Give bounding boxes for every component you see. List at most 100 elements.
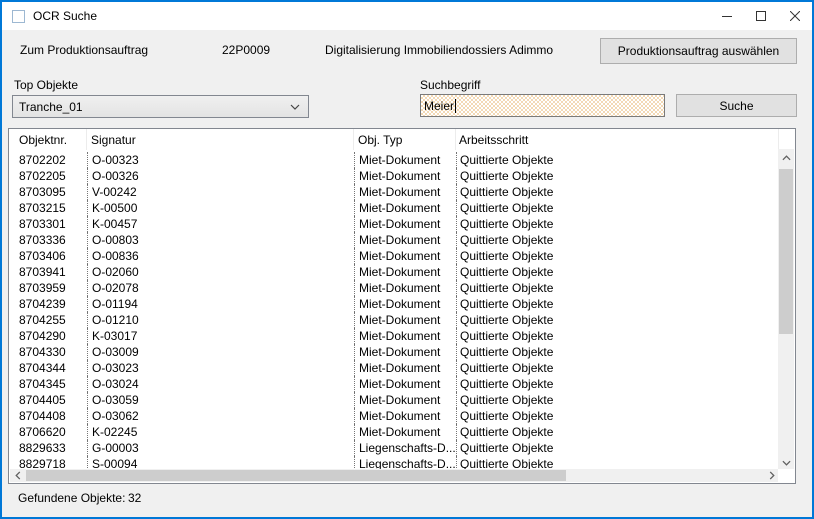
column-header-obj-typ[interactable]: Obj. Typ xyxy=(354,129,456,150)
cell-arbeitsschritt: Quittierte Objekte xyxy=(456,216,779,232)
table-row[interactable]: 8702202 O-00323 Miet-Dokument Quittierte… xyxy=(9,152,779,168)
column-header-signatur[interactable]: Signatur xyxy=(87,129,354,150)
cell-arbeitsschritt: Quittierte Objekte xyxy=(456,264,779,280)
top-objects-label: Top Objekte xyxy=(14,78,78,92)
cell-signatur: K-00457 xyxy=(87,216,354,232)
scroll-right-button[interactable] xyxy=(764,469,779,482)
window-title: OCR Suche xyxy=(33,9,97,23)
cell-arbeitsschritt: Quittierte Objekte xyxy=(456,344,779,360)
top-objects-dropdown[interactable]: Tranche_01 xyxy=(12,95,309,118)
table-row[interactable]: 8703959 O-02078 Miet-Dokument Quittierte… xyxy=(9,280,779,296)
cell-obj-typ: Miet-Dokument xyxy=(354,408,456,424)
cell-obj-typ: Miet-Dokument xyxy=(354,200,456,216)
scrollbar-corner xyxy=(778,469,794,482)
cell-arbeitsschritt: Quittierte Objekte xyxy=(456,424,779,440)
cell-signatur: O-02060 xyxy=(87,264,354,280)
cell-arbeitsschritt: Quittierte Objekte xyxy=(456,296,779,312)
cell-obj-typ: Miet-Dokument xyxy=(354,264,456,280)
cell-objektnr: 8703406 xyxy=(9,248,87,264)
cell-arbeitsschritt: Quittierte Objekte xyxy=(456,328,779,344)
cell-signatur: O-00326 xyxy=(87,168,354,184)
scroll-left-button[interactable] xyxy=(10,469,25,482)
cell-objektnr: 8706620 xyxy=(9,424,87,440)
table-row[interactable]: 8704330 O-03009 Miet-Dokument Quittierte… xyxy=(9,344,779,360)
table-header: Objektnr. Signatur Obj. Typ Arbeitsschri… xyxy=(9,129,779,150)
cell-arbeitsschritt: Quittierte Objekte xyxy=(456,184,779,200)
maximize-button[interactable] xyxy=(744,2,778,30)
cell-arbeitsschritt: Quittierte Objekte xyxy=(456,392,779,408)
top-objects-selected-value: Tranche_01 xyxy=(19,100,83,114)
chevron-right-icon xyxy=(769,471,775,480)
table-row[interactable]: 8704408 O-03062 Miet-Dokument Quittierte… xyxy=(9,408,779,424)
cell-obj-typ: Miet-Dokument xyxy=(354,392,456,408)
table-row[interactable]: 8703336 O-00803 Miet-Dokument Quittierte… xyxy=(9,232,779,248)
cell-obj-typ: Miet-Dokument xyxy=(354,184,456,200)
cell-signatur: V-00242 xyxy=(87,184,354,200)
search-input[interactable]: Meier xyxy=(420,94,665,117)
table-row[interactable]: 8704255 O-01210 Miet-Dokument Quittierte… xyxy=(9,312,779,328)
search-input-value: Meier xyxy=(424,99,454,113)
cell-objektnr: 8704330 xyxy=(9,344,87,360)
cell-objektnr: 8704290 xyxy=(9,328,87,344)
window-icon xyxy=(12,10,25,23)
cell-objektnr: 8702205 xyxy=(9,168,87,184)
table-row[interactable]: 8704345 O-03024 Miet-Dokument Quittierte… xyxy=(9,376,779,392)
cell-arbeitsschritt: Quittierte Objekte xyxy=(456,200,779,216)
cell-arbeitsschritt: Quittierte Objekte xyxy=(456,440,779,456)
cell-objektnr: 8703301 xyxy=(9,216,87,232)
maximize-icon xyxy=(756,11,766,21)
cell-obj-typ: Miet-Dokument xyxy=(354,328,456,344)
cell-objektnr: 8702202 xyxy=(9,152,87,168)
results-list: Objektnr. Signatur Obj. Typ Arbeitsschri… xyxy=(8,128,796,484)
cell-arbeitsschritt: Quittierte Objekte xyxy=(456,232,779,248)
production-order-label: Zum Produktionsauftrag xyxy=(20,43,148,57)
table-row[interactable]: 8703301 K-00457 Miet-Dokument Quittierte… xyxy=(9,216,779,232)
table-row[interactable]: 8829633 G-00003 Liegenschafts-D... Quitt… xyxy=(9,440,779,456)
cell-objektnr: 8829633 xyxy=(9,440,87,456)
chevron-down-icon xyxy=(782,460,791,466)
close-icon xyxy=(790,11,800,21)
cell-signatur: O-03009 xyxy=(87,344,354,360)
chevron-left-icon xyxy=(15,471,21,480)
select-production-order-button[interactable]: Produktionsauftrag auswählen xyxy=(600,38,797,64)
column-header-arbeitsschritt[interactable]: Arbeitsschritt xyxy=(456,129,779,150)
table-row[interactable]: 8703095 V-00242 Miet-Dokument Quittierte… xyxy=(9,184,779,200)
cell-objektnr: 8704239 xyxy=(9,296,87,312)
table-row[interactable]: 8703941 O-02060 Miet-Dokument Quittierte… xyxy=(9,264,779,280)
cell-signatur: O-03023 xyxy=(87,360,354,376)
table-row[interactable]: 8702205 O-00326 Miet-Dokument Quittierte… xyxy=(9,168,779,184)
cell-obj-typ: Miet-Dokument xyxy=(354,296,456,312)
text-caret xyxy=(455,99,456,113)
cell-obj-typ: Liegenschafts-D... xyxy=(354,440,456,456)
cell-signatur: O-02078 xyxy=(87,280,354,296)
cell-signatur: K-03017 xyxy=(87,328,354,344)
cell-obj-typ: Miet-Dokument xyxy=(354,280,456,296)
column-header-objektnr[interactable]: Objektnr. xyxy=(9,129,87,150)
production-order-number: 22P0009 xyxy=(222,43,270,57)
minimize-button[interactable] xyxy=(710,2,744,30)
table-row[interactable]: 8704239 O-01194 Miet-Dokument Quittierte… xyxy=(9,296,779,312)
vertical-scrollbar[interactable] xyxy=(778,149,794,471)
cell-obj-typ: Miet-Dokument xyxy=(354,360,456,376)
cell-obj-typ: Miet-Dokument xyxy=(354,312,456,328)
table-row[interactable]: 8704290 K-03017 Miet-Dokument Quittierte… xyxy=(9,328,779,344)
horizontal-scroll-thumb[interactable] xyxy=(26,470,566,481)
chevron-down-icon xyxy=(290,104,300,110)
table-row[interactable]: 8706620 K-02245 Miet-Dokument Quittierte… xyxy=(9,424,779,440)
table-row[interactable]: 8703215 K-00500 Miet-Dokument Quittierte… xyxy=(9,200,779,216)
scroll-up-button[interactable] xyxy=(778,149,794,166)
cell-signatur: O-01210 xyxy=(87,312,354,328)
close-button[interactable] xyxy=(778,2,812,30)
table-row[interactable]: 8703406 O-00836 Miet-Dokument Quittierte… xyxy=(9,248,779,264)
table-row[interactable]: 8704344 O-03023 Miet-Dokument Quittierte… xyxy=(9,360,779,376)
cell-objektnr: 8704345 xyxy=(9,376,87,392)
table-row[interactable]: 8704405 O-03059 Miet-Dokument Quittierte… xyxy=(9,392,779,408)
cell-objektnr: 8703215 xyxy=(9,200,87,216)
search-button[interactable]: Suche xyxy=(676,94,797,117)
cell-obj-typ: Miet-Dokument xyxy=(354,216,456,232)
cell-obj-typ: Miet-Dokument xyxy=(354,248,456,264)
cell-signatur: K-00500 xyxy=(87,200,354,216)
vertical-scroll-thumb[interactable] xyxy=(779,169,793,334)
horizontal-scrollbar[interactable] xyxy=(10,469,779,482)
cell-signatur: O-03024 xyxy=(87,376,354,392)
